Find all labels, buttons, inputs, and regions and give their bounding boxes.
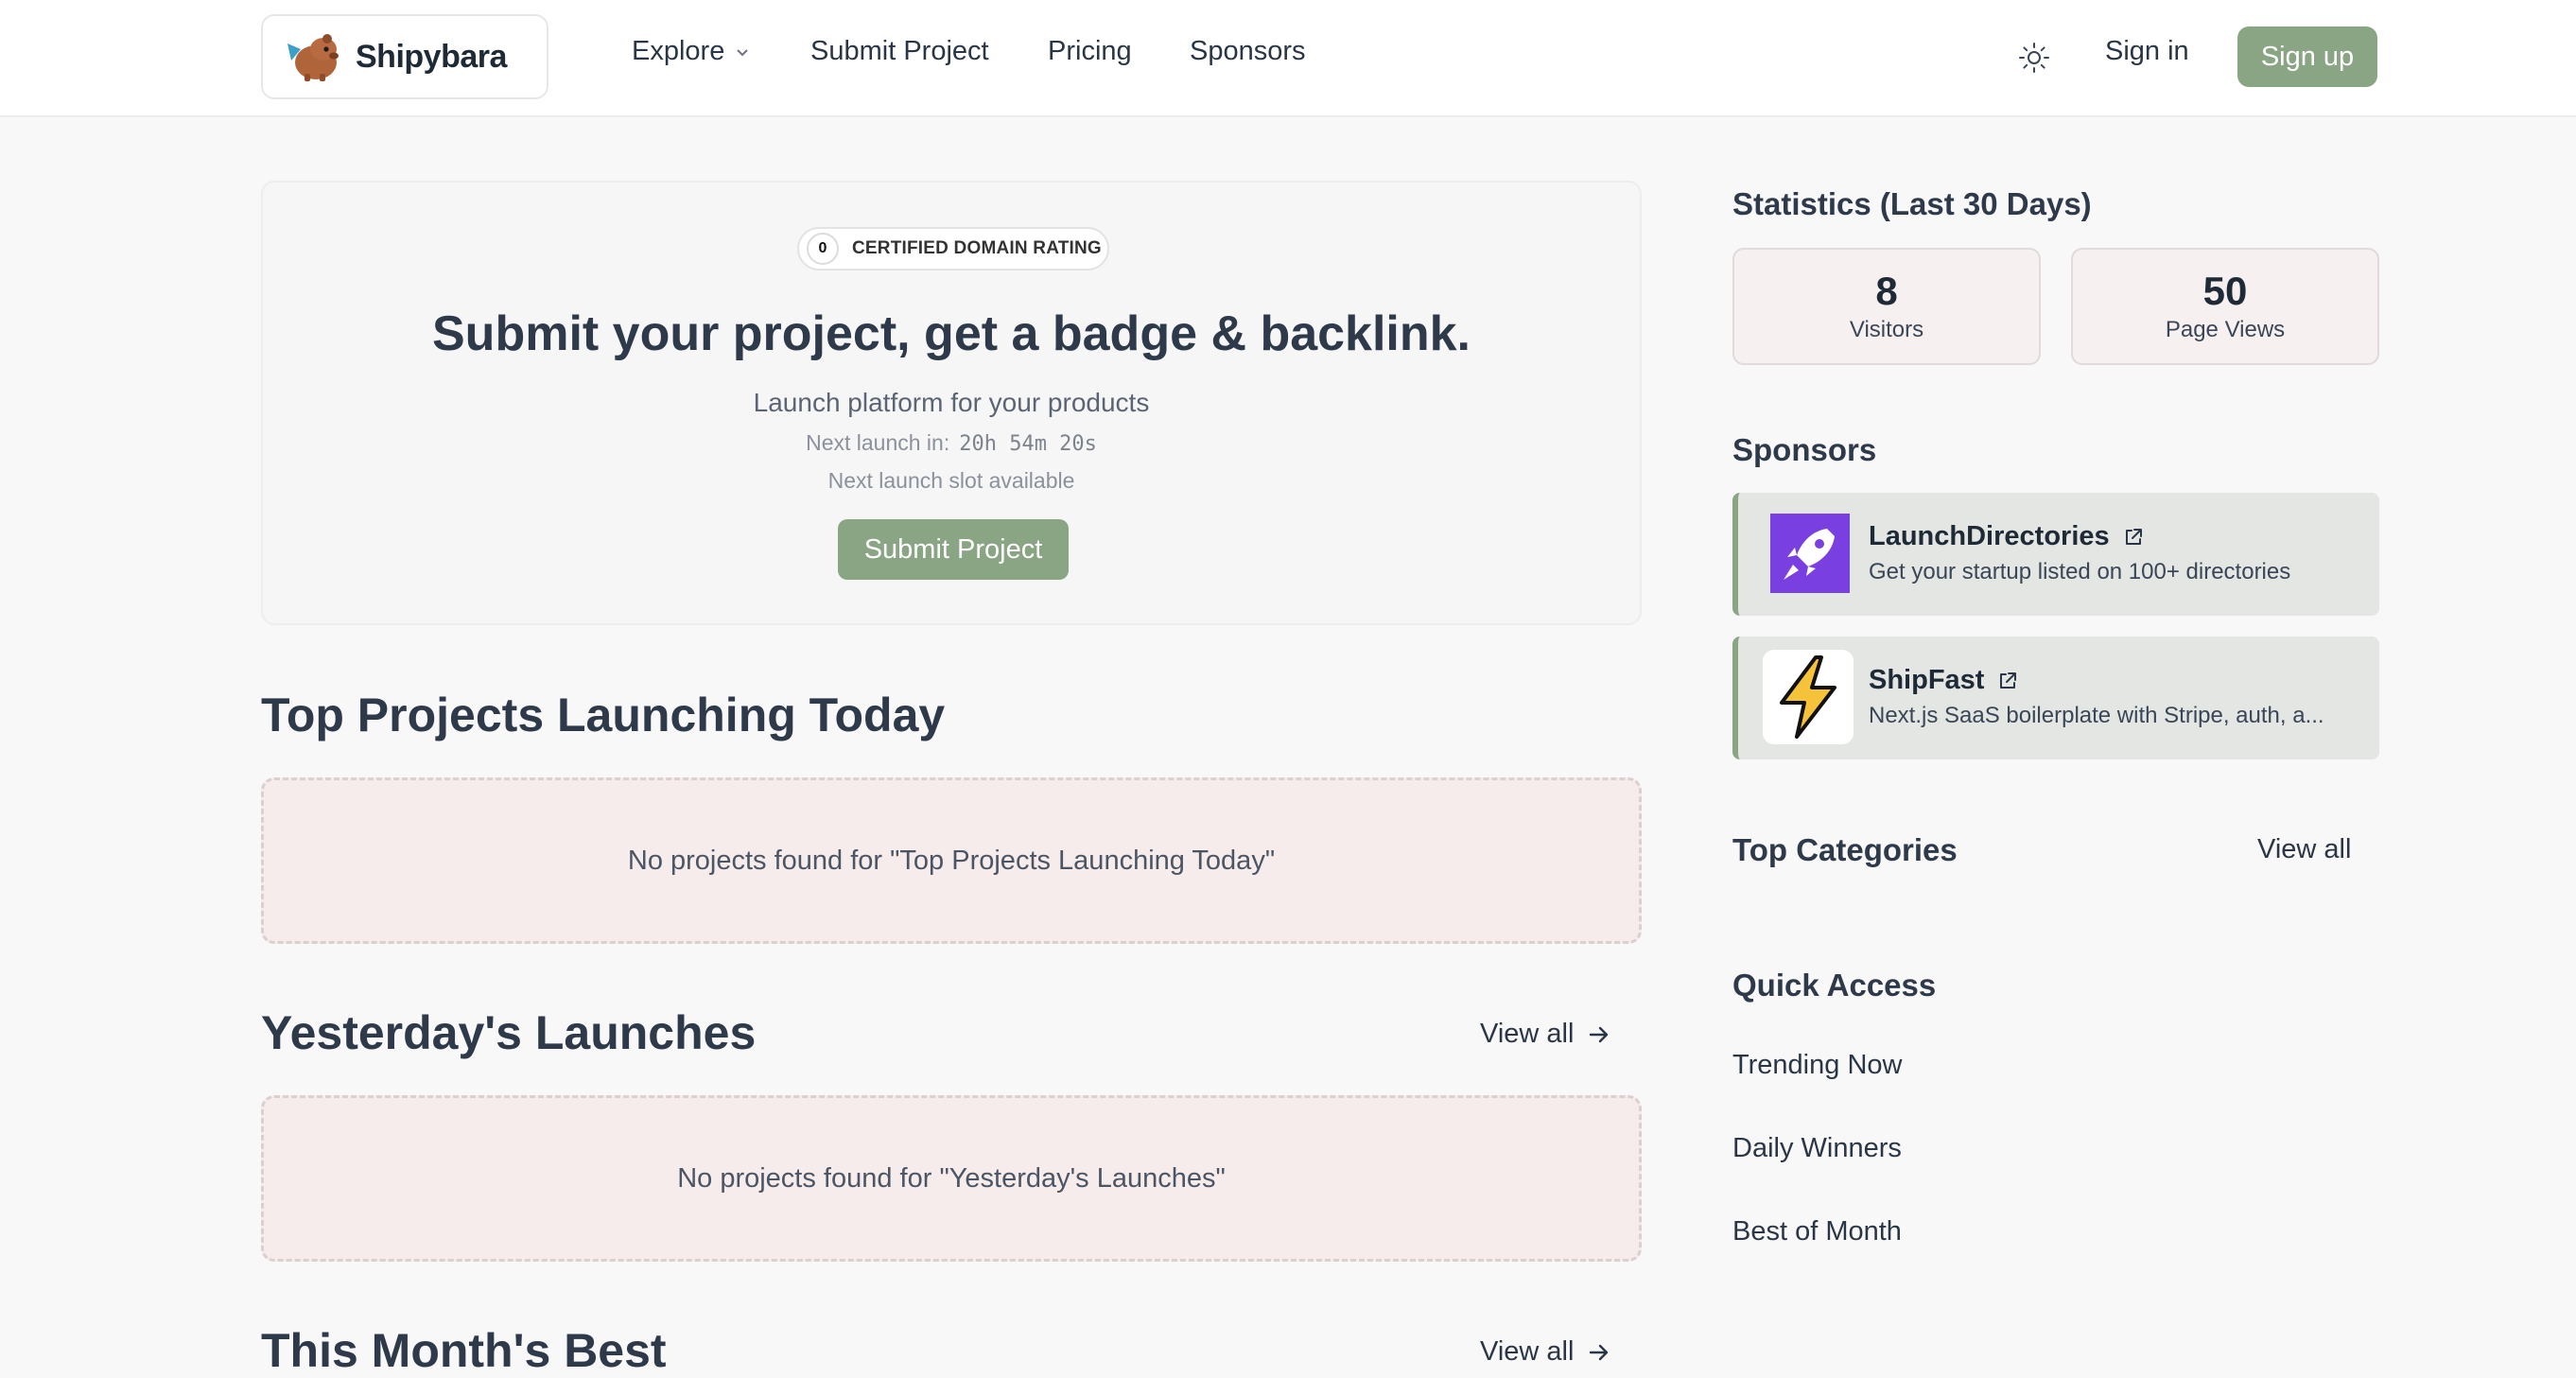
view-all-month-link[interactable]: View all: [1480, 1336, 1611, 1368]
view-all-label: View all: [1480, 1019, 1575, 1049]
stat-value: 50: [2202, 268, 2248, 313]
next-launch-countdown: Next launch in: 20h 54m 20s: [263, 430, 1640, 456]
quick-link-daily-winners[interactable]: Daily Winners: [1732, 1133, 1902, 1164]
quick-link-best-of-month[interactable]: Best of Month: [1732, 1216, 1902, 1247]
nav-submit-project[interactable]: Submit Project: [810, 36, 989, 67]
view-all-yesterday-link[interactable]: View all: [1480, 1019, 1611, 1050]
quick-access-title: Quick Access: [1732, 968, 1937, 1003]
rocket-icon: [1770, 514, 1850, 593]
stat-label: Page Views: [2165, 317, 2286, 343]
chevron-down-icon: [737, 48, 749, 56]
external-link-icon: [2125, 528, 2142, 545]
domain-rating-badge[interactable]: 0 CERTIFIED DOMAIN RATING: [797, 227, 1109, 270]
stat-page-views: 50 Page Views: [2071, 248, 2379, 365]
sponsors-title: Sponsors: [1732, 432, 1877, 467]
empty-state-today: No projects found for "Top Projects Laun…: [261, 777, 1642, 944]
view-all-categories-link[interactable]: View all: [2257, 834, 2351, 865]
arrow-right-icon: [1590, 1026, 1609, 1042]
sponsor-name-link[interactable]: ShipFast: [1869, 665, 2018, 696]
sponsor-desc: Next.js SaaS boilerplate with Stripe, au…: [1869, 703, 2324, 728]
sponsor-card-launchdirectories[interactable]: LaunchDirectories Get your startup liste…: [1732, 493, 2379, 616]
submit-hero-card: 0 CERTIFIED DOMAIN RATING Submit your pr…: [261, 181, 1642, 625]
theme-toggle-sun-icon[interactable]: [2018, 42, 2050, 74]
next-launch-time: 20h 54m 20s: [959, 432, 1097, 456]
hero-submit-project-button[interactable]: Submit Project: [838, 519, 1069, 580]
top-navbar: Shipybara Explore Submit Project Pricing…: [0, 0, 2576, 117]
logo-link[interactable]: Shipybara: [261, 14, 548, 99]
quick-link-trending-now[interactable]: Trending Now: [1732, 1050, 1902, 1081]
top-categories-title: Top Categories: [1732, 832, 1958, 867]
statistics-title: Statistics (Last 30 Days): [1732, 186, 2092, 221]
domain-rating-label: CERTIFIED DOMAIN RATING: [852, 238, 1102, 258]
section-title-today: Top Projects Launching Today: [261, 689, 946, 741]
sign-in-link[interactable]: Sign in: [2105, 36, 2189, 67]
nav-pricing[interactable]: Pricing: [1048, 36, 1132, 67]
hero-subtitle: Launch platform for your products: [753, 388, 1150, 417]
stat-visitors: 8 Visitors: [1732, 248, 2041, 365]
nav-explore-label: Explore: [632, 36, 725, 66]
logo-text: Shipybara: [356, 38, 507, 75]
arrow-right-icon: [1590, 1344, 1609, 1360]
sponsor-name: LaunchDirectories: [1869, 521, 2110, 551]
sponsor-desc: Get your startup listed on 100+ director…: [1869, 559, 2291, 584]
launch-slot-status: Next launch slot available: [827, 468, 1075, 493]
section-title-yesterday: Yesterday's Launches: [261, 1006, 757, 1059]
view-all-label: View all: [1480, 1336, 1575, 1367]
section-title-month: This Month's Best: [261, 1324, 667, 1377]
nav-sponsors[interactable]: Sponsors: [1190, 36, 1306, 67]
capybara-logo-icon: [287, 34, 339, 81]
hero-title: Submit your project, get a badge & backl…: [432, 306, 1471, 361]
stat-value: 8: [1875, 268, 1898, 313]
external-link-icon: [2000, 672, 2017, 689]
next-launch-label: Next launch in:: [806, 430, 950, 455]
empty-state-yesterday: No projects found for "Yesterday's Launc…: [261, 1095, 1642, 1262]
nav-explore[interactable]: Explore: [632, 36, 751, 67]
sponsor-name: ShipFast: [1869, 665, 1985, 695]
sponsor-name-link[interactable]: LaunchDirectories: [1869, 521, 2144, 552]
sponsor-card-shipfast[interactable]: ShipFast Next.js SaaS boilerplate with S…: [1732, 637, 2379, 759]
domain-rating-value: 0: [807, 233, 839, 265]
stat-label: Visitors: [1849, 317, 1924, 343]
sign-up-button[interactable]: Sign up: [2237, 26, 2377, 87]
lightning-bolt-icon: [1763, 650, 1854, 744]
